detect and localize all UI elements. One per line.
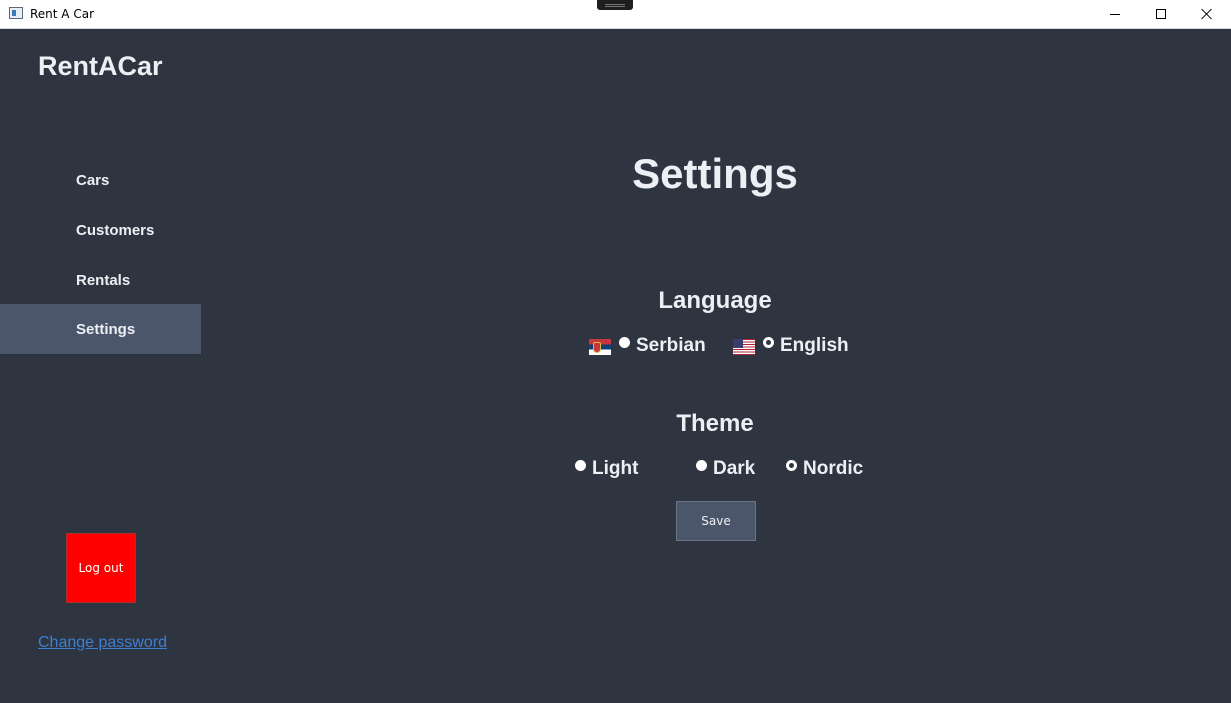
sidebar-item-rentals[interactable]: Rentals	[0, 255, 201, 305]
maximize-icon	[1156, 9, 1166, 19]
radio-button-serbian[interactable]	[619, 337, 630, 348]
minimize-icon	[1110, 13, 1120, 15]
sidebar-item-cars[interactable]: Cars	[0, 155, 201, 205]
close-icon	[1201, 8, 1213, 20]
sidebar-item-customers[interactable]: Customers	[0, 205, 201, 255]
theme-option-label: Light	[592, 458, 639, 479]
change-password-link[interactable]: Change password	[38, 634, 167, 652]
brand-logo-text: RentACar	[38, 51, 163, 81]
language-option-label: English	[780, 335, 849, 356]
window-titlebar[interactable]: Rent A Car	[0, 0, 1231, 29]
sidebar-item-label: Customers	[76, 221, 155, 239]
radio-button-light[interactable]	[575, 460, 586, 471]
language-option-label: Serbian	[636, 335, 706, 356]
theme-section-title: Theme	[676, 410, 754, 437]
page-title: Settings	[632, 150, 798, 197]
language-option-serbian[interactable]: Serbian	[589, 335, 706, 357]
maximize-button[interactable]	[1138, 0, 1184, 28]
theme-option-dark[interactable]: Dark	[696, 458, 755, 480]
theme-option-label: Dark	[713, 458, 756, 479]
theme-option-nordic[interactable]: Nordic	[786, 458, 863, 480]
theme-option-light[interactable]: Light	[575, 458, 638, 480]
sidebar-item-settings[interactable]: Settings	[0, 304, 201, 354]
language-option-english[interactable]: English	[733, 335, 849, 357]
app-window-icon	[9, 7, 23, 19]
language-section-title: Language	[658, 287, 772, 314]
theme-option-label: Nordic	[803, 458, 864, 479]
usa-flag-icon	[733, 339, 755, 355]
radio-button-nordic[interactable]	[786, 460, 797, 471]
drag-handle[interactable]	[597, 0, 633, 10]
close-button[interactable]	[1184, 0, 1230, 28]
radio-button-dark[interactable]	[696, 460, 707, 471]
serbia-flag-icon	[589, 339, 611, 355]
window-title: Rent A Car	[30, 7, 94, 21]
sidebar-item-label: Cars	[76, 171, 110, 189]
minimize-button[interactable]	[1092, 0, 1138, 28]
logout-button[interactable]: Log out	[66, 533, 136, 603]
save-button[interactable]: Save	[676, 501, 756, 541]
sidebar-item-label: Settings	[76, 320, 136, 338]
sidebar-item-label: Rentals	[76, 271, 131, 289]
radio-button-english[interactable]	[763, 337, 774, 348]
